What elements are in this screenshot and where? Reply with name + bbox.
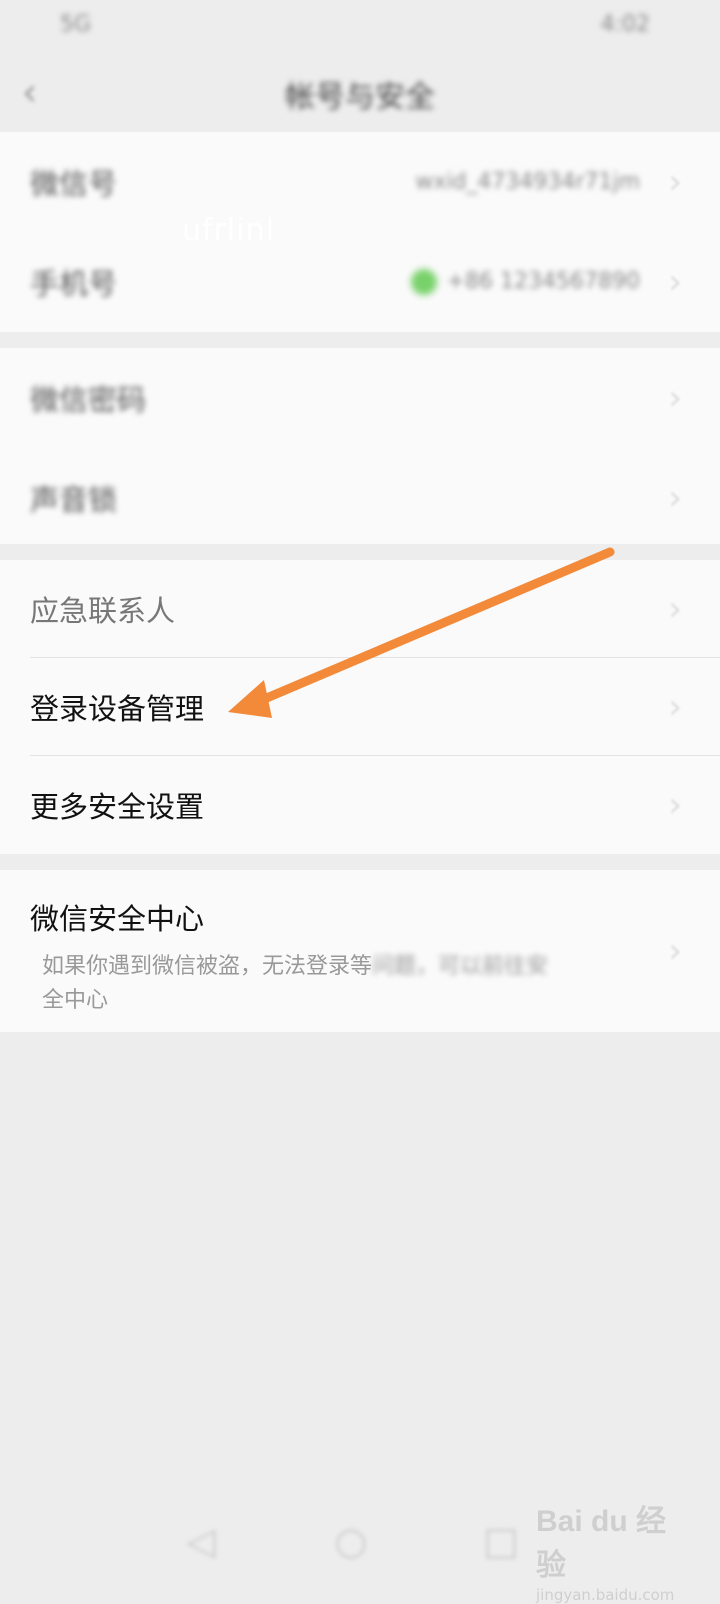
nav-recents-icon[interactable]: □: [480, 1520, 522, 1562]
security-settings-group: 应急联系人 › 登录设备管理 › 更多安全设置 ›: [0, 560, 720, 854]
chevron-right-icon: ›: [668, 262, 682, 302]
more-security-settings-row[interactable]: 更多安全设置 ›: [0, 756, 720, 854]
phone-row[interactable]: 手机号 +86 1234567890 ›: [0, 232, 720, 332]
more-security-settings-label: 更多安全设置: [30, 790, 205, 824]
password-group: 微信密码 › 声音锁 ›: [0, 348, 720, 544]
status-bar: 5G 4:02: [0, 0, 720, 52]
voice-lock-row[interactable]: 声音锁 ›: [0, 448, 720, 548]
baidu-jingyan-watermark: Bai du 经验 jingyan.baidu.com: [536, 1496, 686, 1604]
login-device-management-row[interactable]: 登录设备管理 ›: [0, 658, 720, 756]
password-row[interactable]: 微信密码 ›: [0, 348, 720, 448]
watermark-site: jingyan.baidu.com: [536, 1586, 675, 1604]
emergency-contact-label: 应急联系人: [30, 594, 176, 628]
wechat-id-label: 微信号: [30, 167, 118, 201]
nav-home-icon[interactable]: ○: [330, 1520, 372, 1562]
account-info-group: 微信号 wxid_4734934r71jm › 手机号 +86 12345678…: [0, 132, 720, 332]
status-left: 5G: [60, 12, 92, 37]
security-center-title: 微信安全中心: [30, 902, 205, 936]
chevron-right-icon: ›: [668, 785, 682, 825]
wechat-id-value: wxid_4734934r71jm: [415, 169, 640, 195]
overlay-text: ufrlinl: [182, 213, 275, 248]
chevron-right-icon: ›: [668, 589, 682, 629]
chevron-right-icon: ›: [668, 162, 682, 202]
voice-lock-label: 声音锁: [30, 483, 118, 517]
chevron-right-icon: ›: [668, 687, 682, 727]
security-center-description: 如果你遇到微信被盗，无法登录等问题，可以前往安 全中心: [42, 954, 549, 1013]
password-label: 微信密码: [30, 383, 147, 417]
phone-label: 手机号: [30, 267, 118, 301]
chevron-right-icon: ›: [668, 378, 682, 418]
phone-value: +86 1234567890: [410, 269, 640, 295]
status-time: 4:02: [600, 12, 650, 37]
wechat-id-row[interactable]: 微信号 wxid_4734934r71jm ›: [0, 132, 720, 232]
page-title: 帐号与安全: [285, 80, 435, 115]
nav-back-icon[interactable]: ◁: [180, 1520, 222, 1562]
status-dot-icon: [410, 269, 437, 295]
login-device-management-label: 登录设备管理: [30, 692, 205, 726]
security-center-group[interactable]: 微信安全中心 如果你遇到微信被盗，无法登录等问题，可以前往安 全中心 ›: [0, 870, 720, 1032]
chevron-right-icon: ›: [668, 478, 682, 518]
chevron-right-icon: ›: [668, 931, 682, 971]
watermark-logo: Bai du 经验: [536, 1505, 667, 1582]
emergency-contact-row[interactable]: 应急联系人 ›: [0, 560, 720, 658]
top-bar: ‹ 帐号与安全: [0, 52, 720, 132]
